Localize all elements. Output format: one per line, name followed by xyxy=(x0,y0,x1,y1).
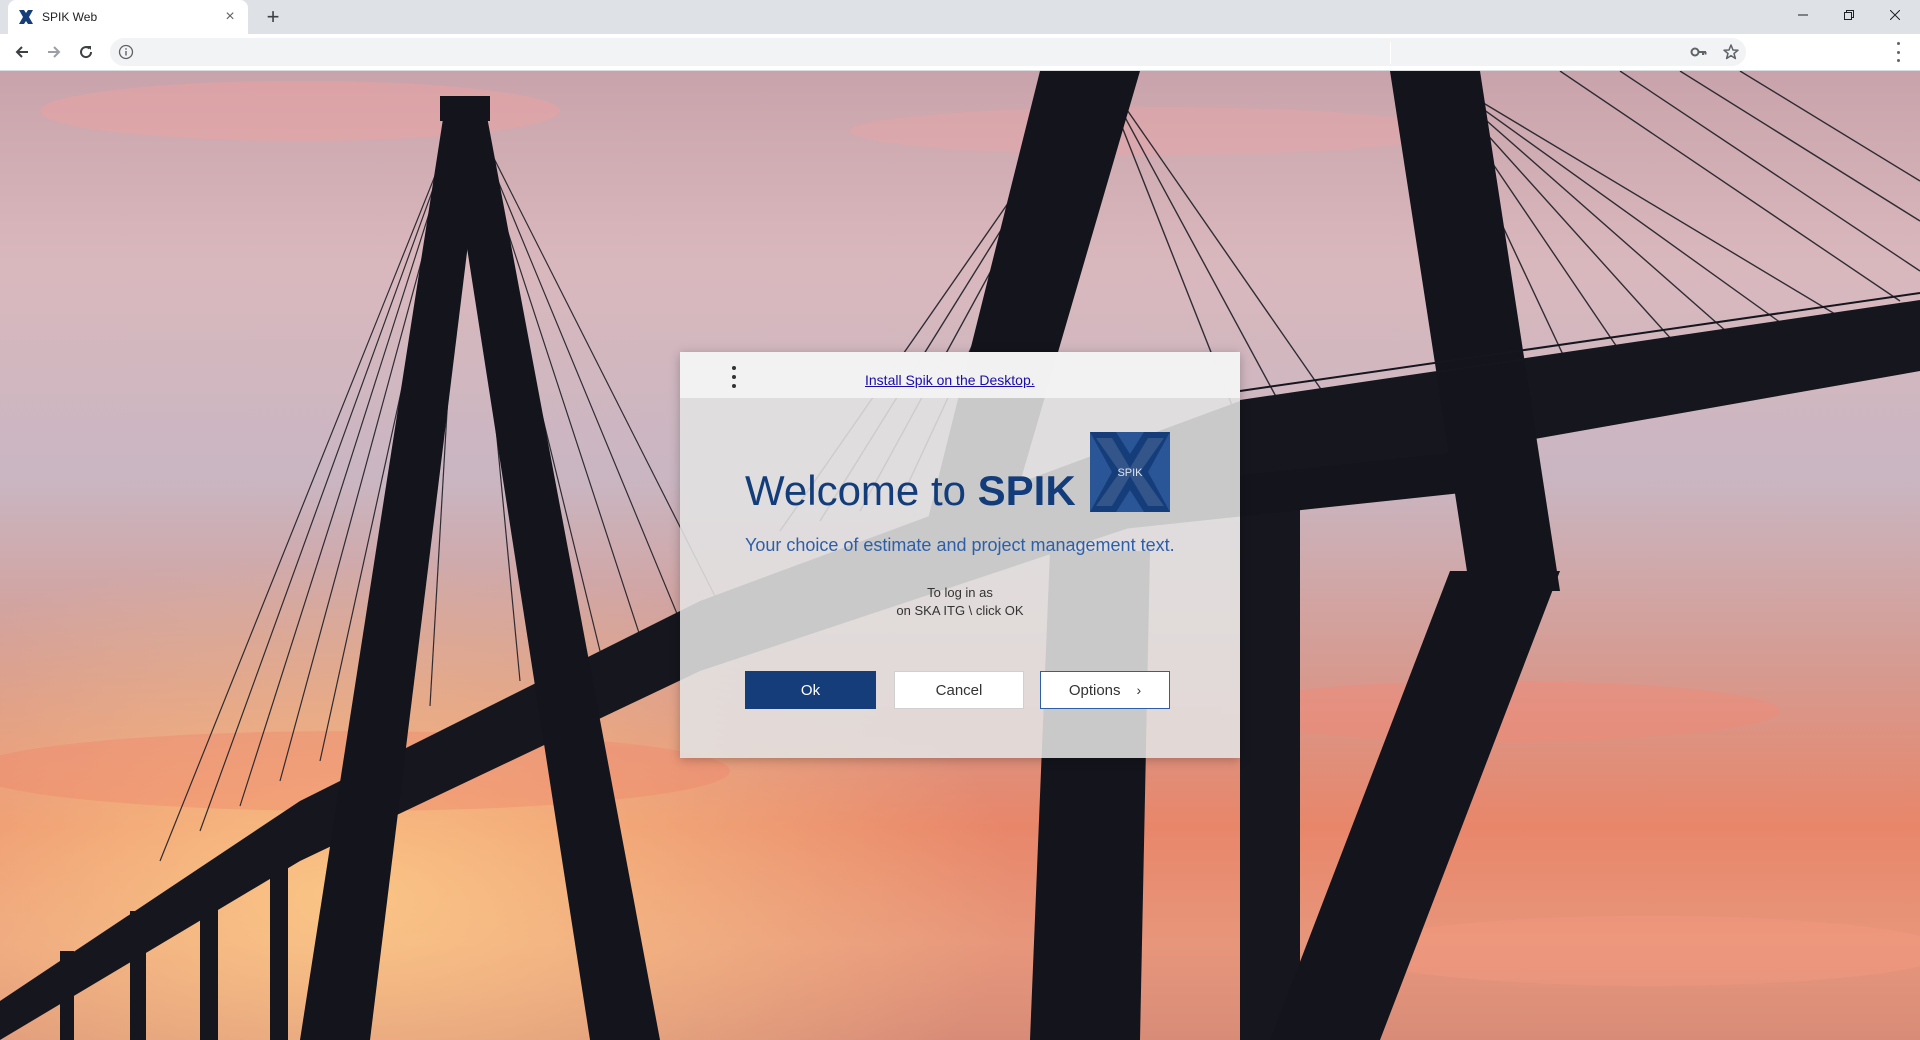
info-icon[interactable] xyxy=(118,44,134,60)
login-line-1: To log in as xyxy=(927,585,993,600)
reload-icon[interactable] xyxy=(74,40,98,64)
options-label: Options xyxy=(1068,681,1121,699)
new-tab-icon[interactable]: + xyxy=(262,6,284,28)
kebab-menu-icon[interactable] xyxy=(728,366,740,388)
spik-favicon-icon xyxy=(18,9,34,25)
back-icon[interactable] xyxy=(10,40,34,64)
logo-text: SPIK xyxy=(1117,467,1143,479)
login-dialog: Install Spik on the Desktop. Welcome to … xyxy=(680,352,1240,758)
page-viewport: Install Spik on the Desktop. Welcome to … xyxy=(0,71,1920,1040)
omnibox-divider xyxy=(1390,42,1391,64)
forward-icon[interactable] xyxy=(42,40,66,64)
login-line-2: on SKA ITG \ click OK xyxy=(896,603,1024,618)
spik-logo-icon: SPIK xyxy=(1090,432,1170,512)
window-close-icon[interactable] xyxy=(1872,0,1918,30)
welcome-brand: SPIK xyxy=(977,467,1076,514)
login-message: To log in as on SKA ITG \ click OK xyxy=(680,584,1240,620)
key-icon[interactable] xyxy=(1690,44,1708,60)
cancel-button[interactable]: Cancel xyxy=(894,671,1024,709)
browser-tab[interactable]: SPIK Web × xyxy=(8,0,248,34)
install-desktop-link[interactable]: Install Spik on the Desktop. xyxy=(865,372,1035,388)
star-icon[interactable] xyxy=(1722,43,1740,61)
welcome-prefix: Welcome to xyxy=(745,467,966,514)
chevron-right-icon: › xyxy=(1136,682,1142,698)
welcome-heading: Welcome to SPIK xyxy=(745,467,1076,515)
ok-button[interactable]: Ok xyxy=(745,671,876,709)
menu-icon[interactable] xyxy=(1888,42,1908,62)
dialog-subtitle: Your choice of estimate and project mana… xyxy=(745,535,1175,555)
address-bar[interactable] xyxy=(110,38,1746,66)
options-button[interactable]: Options › xyxy=(1040,671,1170,709)
close-icon[interactable]: × xyxy=(222,9,238,25)
dialog-header: Install Spik on the Desktop. xyxy=(680,352,1240,398)
restore-icon[interactable] xyxy=(1826,0,1872,30)
tab-strip: SPIK Web × + xyxy=(0,0,1920,34)
minimize-icon[interactable] xyxy=(1780,0,1826,30)
browser-toolbar xyxy=(0,34,1920,71)
tab-title: SPIK Web xyxy=(42,10,98,24)
